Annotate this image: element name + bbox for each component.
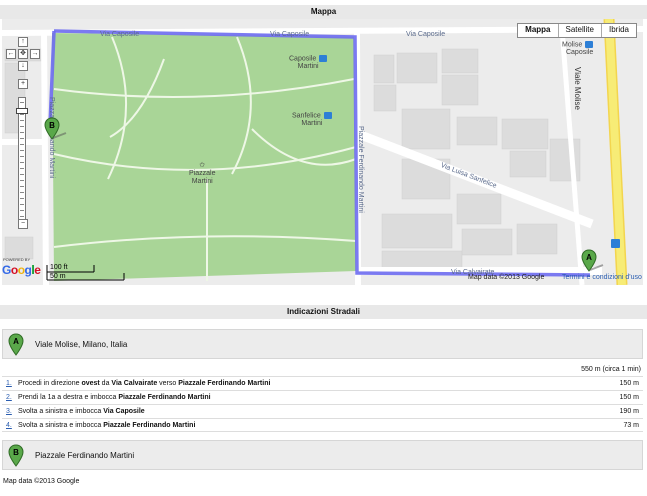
star-icon: ✩ [199,162,206,169]
zoom-slider-knob[interactable] [16,108,28,114]
metro-icon[interactable] [611,239,620,248]
metro-icon [323,112,332,119]
origin-waypoint: A Viale Molise, Milano, Italia [2,329,643,359]
step-distance: 190 m [619,408,639,415]
step-instruction: Prendi la 1a a destra e imbocca Piazzale… [18,394,211,401]
map-canvas[interactable]: Via Caposile Via Caposile Via Caposile C… [2,19,643,285]
step-distance: 73 m [623,422,639,429]
marker-a-label: A [586,253,592,262]
marker-b-icon[interactable]: B [44,117,68,141]
step-instruction: Svolta a sinistra e imbocca Piazzale Fer… [18,422,196,429]
direction-step[interactable]: 3. Svolta a sinistra e imbocca Via Capos… [2,404,643,418]
directions-steps-list: 1. Procedi in direzione ovest da Via Cal… [2,376,643,432]
origin-address: Viale Molise, Milano, Italia [35,340,128,349]
map-type-ibrida[interactable]: Ibrida [600,24,636,37]
map-type-mappa[interactable]: Mappa [518,24,558,37]
zoom-in-icon[interactable]: + [18,79,28,89]
pan-left-icon[interactable]: ← [6,49,16,59]
terms-link[interactable]: Termini e condizioni d'uso [562,274,642,281]
destination-address: Piazzale Ferdinando Martini [35,451,135,460]
direction-step[interactable]: 4. Svolta a sinistra e imbocca Piazzale … [2,418,643,432]
marker-b-label: B [49,121,55,130]
pan-up-icon[interactable]: ↑ [18,37,28,47]
map-scale: 100 ft 50 m [46,264,126,281]
poi-label-line1: Caposile [289,55,317,63]
metro-icon [319,55,328,62]
poi-piazzale-martini[interactable]: ✩ Piazzale Martini [189,162,215,186]
map-data-attribution: Map data ©2013 Google [468,274,545,281]
step-number-link[interactable]: 1. [6,377,12,391]
map-type-satellite[interactable]: Satellite [557,24,601,37]
map-section-title: Mappa [0,5,647,19]
map-type-control: Mappa Satellite Ibrida [517,23,637,38]
poi-label-line2: Caposile [565,49,594,57]
step-instruction: Svolta a sinistra e imbocca Via Caposile [18,408,145,415]
step-number-link[interactable]: 3. [6,405,12,419]
poi-sanfelice-martini[interactable]: Sanfelice Martini [292,112,332,128]
direction-step[interactable]: 1. Procedi in direzione ovest da Via Cal… [2,376,643,390]
road-label-via-caposile: Via Caposile [100,31,140,38]
step-instruction: Procedi in direzione ovest da Via Calvai… [18,380,271,387]
marker-a-icon: A [8,333,24,356]
poi-caposile-martini[interactable]: Caposile Martini [289,55,328,71]
svg-text:B: B [13,448,19,457]
poi-molise-caposile[interactable]: Molise Caposile [562,41,594,57]
step-distance: 150 m [619,380,639,387]
poi-label-line1: Piazzale [189,170,216,177]
powered-by-text: POWERED BY [3,257,31,262]
zoom-slider[interactable] [16,97,28,229]
poi-label-line2: Martini [191,178,213,185]
road-label-via-caposile-3: Via Caposile [406,31,446,38]
footer-copyright: Map data ©2013 Google [3,478,80,485]
pan-right-icon[interactable]: → [30,49,40,59]
zoom-out-icon[interactable]: − [18,219,28,229]
metro-icon [585,41,594,48]
road-label-via-caposile-2: Via Caposile [270,31,310,38]
scale-meters: 50 m [50,273,66,280]
pan-center-icon[interactable]: ✥ [18,49,28,59]
road-label-viale-molise: Viale Molise [573,67,582,110]
poi-label-line1: Sanfelice [292,112,321,120]
poi-label-line2: Martini [297,63,319,71]
scale-feet: 100 ft [50,264,68,271]
google-logo[interactable]: Google [2,263,41,277]
destination-waypoint: B Piazzale Ferdinando Martini [2,440,643,470]
marker-a-icon[interactable]: A [581,249,605,273]
step-number-link[interactable]: 4. [6,419,12,433]
road-label-piazzale-ferdinando-martini: Piazzale Ferdinando Martini [357,126,364,213]
step-distance: 150 m [619,394,639,401]
step-number-link[interactable]: 2. [6,391,12,405]
direction-step[interactable]: 2. Prendi la 1a a destra e imbocca Piazz… [2,390,643,404]
marker-b-icon: B [8,444,24,467]
route-summary: 550 m (circa 1 min) [581,366,641,373]
poi-label-line1: Molise [562,41,583,49]
directions-section-title: Indicazioni Stradali [0,305,647,319]
svg-text:A: A [13,337,19,346]
poi-label-line2: Martini [301,120,323,128]
pan-down-icon[interactable]: ↓ [18,61,28,71]
